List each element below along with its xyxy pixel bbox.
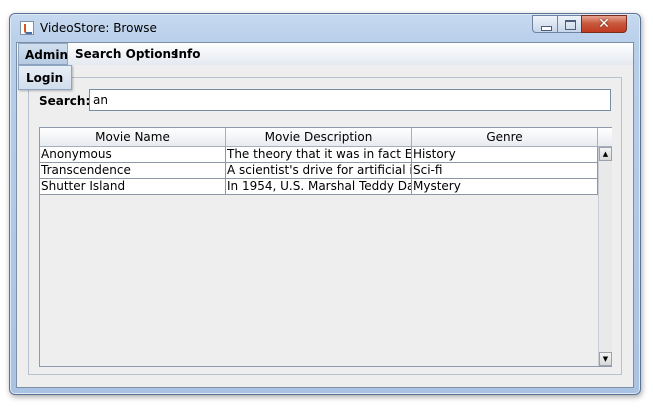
cell-movie-name[interactable]: Transcendence (40, 163, 226, 179)
maximize-icon (565, 20, 576, 30)
window-title: VideoStore: Browse (40, 21, 157, 35)
cell-movie-name[interactable]: Shutter Island (40, 179, 226, 195)
table-row[interactable]: Transcendence A scientist's drive for ar… (40, 163, 598, 179)
search-label: Search: (39, 94, 91, 108)
column-header-movie-description[interactable]: Movie Description (226, 128, 412, 147)
menu-bar: Admin Search Options Info (17, 43, 633, 65)
cell-genre[interactable]: Mystery (412, 179, 598, 195)
search-input[interactable] (89, 89, 611, 111)
close-icon: ✕ (598, 16, 610, 32)
java-app-icon (20, 21, 34, 35)
admin-dropdown-menu: Login (18, 65, 72, 90)
scroll-down-button[interactable]: ▼ (599, 352, 612, 366)
arrow-down-icon: ▼ (602, 355, 609, 363)
column-header-genre[interactable]: Genre (412, 128, 598, 147)
close-button[interactable]: ✕ (581, 15, 627, 33)
cell-movie-name[interactable]: Anonymous (40, 147, 226, 163)
menu-search-options[interactable]: Search Options (69, 43, 184, 65)
client-area: Admin Search Options Info Login Search: … (16, 42, 634, 388)
title-bar[interactable]: VideoStore: Browse ✕ (10, 14, 640, 42)
menu-item-login[interactable]: Login (26, 71, 63, 85)
table-row[interactable]: Anonymous The theory that it was in fact… (40, 147, 598, 163)
cell-genre[interactable]: Sci-fi (412, 163, 598, 179)
menu-info[interactable]: Info (168, 43, 206, 65)
scroll-up-button[interactable]: ▲ (599, 147, 612, 161)
table-row[interactable]: Shutter Island In 1954, U.S. Marshal Ted… (40, 179, 598, 195)
menu-admin[interactable]: Admin (18, 43, 68, 65)
arrow-up-icon: ▲ (602, 150, 609, 158)
header-corner (598, 128, 612, 147)
maximize-button[interactable] (557, 15, 582, 33)
column-header-movie-name[interactable]: Movie Name (40, 128, 226, 147)
minimize-button[interactable] (532, 15, 558, 33)
cell-genre[interactable]: History (412, 147, 598, 163)
vertical-scrollbar[interactable]: ▲ ▼ (598, 147, 612, 366)
cell-movie-description[interactable]: The theory that it was in fact Ed... (226, 147, 412, 163)
minimize-icon (541, 26, 552, 31)
app-window: VideoStore: Browse ✕ Admin Search Option… (9, 13, 641, 395)
cell-movie-description[interactable]: In 1954, U.S. Marshal Teddy Da... (226, 179, 412, 195)
cell-movie-description[interactable]: A scientist's drive for artificial int..… (226, 163, 412, 179)
movie-table: Movie Name Movie Description Genre Anony… (39, 127, 612, 367)
